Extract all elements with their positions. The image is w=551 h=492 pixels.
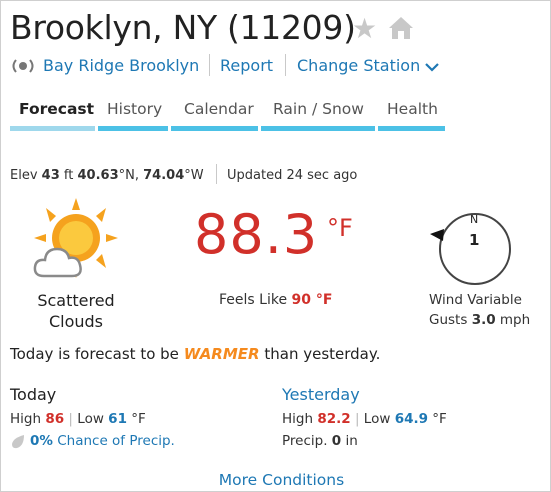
favorite-star-icon[interactable]: ★ [352, 12, 377, 45]
updated-value: 24 sec ago [286, 168, 358, 183]
yesterday-low-label: Low [363, 411, 391, 427]
tab-indicator-health [378, 126, 445, 131]
tab-calendar[interactable]: Calendar [184, 100, 254, 118]
tab-indicator-forecast [10, 126, 95, 131]
elev-label: Elev [10, 168, 38, 183]
forecast-prefix: Today is forecast to be [10, 345, 179, 363]
today-high-low: High 86 | Low 61 °F [10, 411, 146, 427]
station-link[interactable]: Bay Ridge Brooklyn [43, 56, 199, 75]
current-temperature: 88.3 [194, 203, 319, 266]
wind-speed: 1 [469, 231, 480, 249]
tab-forecast[interactable]: Forecast [19, 100, 94, 118]
today-high-label: High [10, 411, 42, 427]
today-unit: °F [131, 411, 146, 427]
yesterday-low-value: 64.9 [394, 411, 428, 427]
divider [216, 164, 217, 184]
elev-value: 43 [41, 168, 60, 183]
partly-cloudy-icon [30, 196, 122, 286]
yesterday-high-low: High 82.2 | Low 64.9 °F [282, 411, 447, 427]
condition-line-1: Scattered [37, 291, 115, 310]
tab-indicator-calendar [171, 126, 258, 131]
forecast-suffix: than yesterday. [264, 345, 381, 363]
yesterday-high-value: 82.2 [317, 411, 351, 427]
yesterday-high-label: High [282, 411, 314, 427]
feels-like-label: Feels Like [219, 292, 288, 308]
lon-dir: °W [184, 168, 204, 183]
forecast-sentence: Today is forecast to be WARMER than yest… [10, 345, 380, 363]
elev-unit: ft [63, 168, 74, 183]
yesterday-title[interactable]: Yesterday [282, 385, 360, 404]
condition-text: Scattered Clouds [28, 290, 124, 332]
divider [209, 54, 210, 76]
tab-health[interactable]: Health [387, 100, 438, 118]
raindrop-icon [11, 434, 25, 454]
zip-code: (11209) [227, 8, 356, 47]
yesterday-precip-label: Precip. [282, 433, 328, 449]
updated-label: Updated [227, 168, 283, 183]
today-low-label: Low [77, 411, 104, 427]
yesterday-precip-unit: in [345, 433, 358, 449]
more-conditions-link[interactable]: More Conditions [0, 471, 551, 489]
wind-direction: N [470, 213, 479, 226]
wind-arrow-icon [430, 229, 444, 241]
page-title: Brooklyn, NY (11209) [10, 8, 356, 47]
home-icon[interactable] [388, 16, 414, 44]
change-station-label: Change Station [297, 56, 421, 75]
today-high-value: 86 [45, 411, 65, 427]
divider [285, 54, 286, 76]
change-station-link[interactable]: Change Station [297, 56, 440, 76]
tab-indicator-history [98, 126, 168, 131]
tab-indicator-rain-snow [261, 126, 375, 131]
lat-dir: °N, [118, 168, 139, 183]
temperature-unit: °F [327, 214, 353, 242]
gusts: Gusts 3.0 mph [429, 312, 530, 328]
gusts-value: 3.0 [471, 312, 496, 328]
condition-line-2: Clouds [48, 312, 104, 331]
yesterday-precip-value: 0 [331, 433, 342, 449]
today-precip-label: Chance of Precip. [57, 433, 175, 449]
longitude: 74.04 [143, 168, 185, 183]
station-signal-icon [10, 57, 36, 79]
wind-label: Wind Variable [429, 292, 522, 308]
location-info: Elev 43 ft 40.63°N, 74.04°W [10, 168, 204, 183]
tab-history[interactable]: History [107, 100, 162, 118]
latitude: 40.63 [77, 168, 119, 183]
tab-rain-snow[interactable]: Rain / Snow [273, 100, 364, 118]
divider: | [354, 411, 360, 427]
today-low-value: 61 [108, 411, 127, 427]
city-name: Brooklyn, NY [10, 8, 217, 47]
chevron-down-icon [425, 57, 440, 76]
report-link[interactable]: Report [220, 56, 273, 75]
today-precip-value: 0% [30, 433, 53, 449]
gusts-unit: mph [499, 312, 531, 328]
yesterday-unit: °F [432, 411, 447, 427]
feels-like-value: 90 °F [291, 292, 333, 308]
updated-info: Updated 24 sec ago [227, 168, 357, 183]
gusts-label: Gusts [429, 312, 468, 328]
feels-like: Feels Like 90 °F [219, 292, 332, 308]
today-precip: 0% Chance of Precip. [30, 433, 175, 449]
divider: | [68, 411, 73, 427]
forecast-highlight: WARMER [183, 345, 260, 363]
yesterday-precip: Precip. 0 in [282, 433, 358, 449]
today-title: Today [10, 385, 57, 404]
